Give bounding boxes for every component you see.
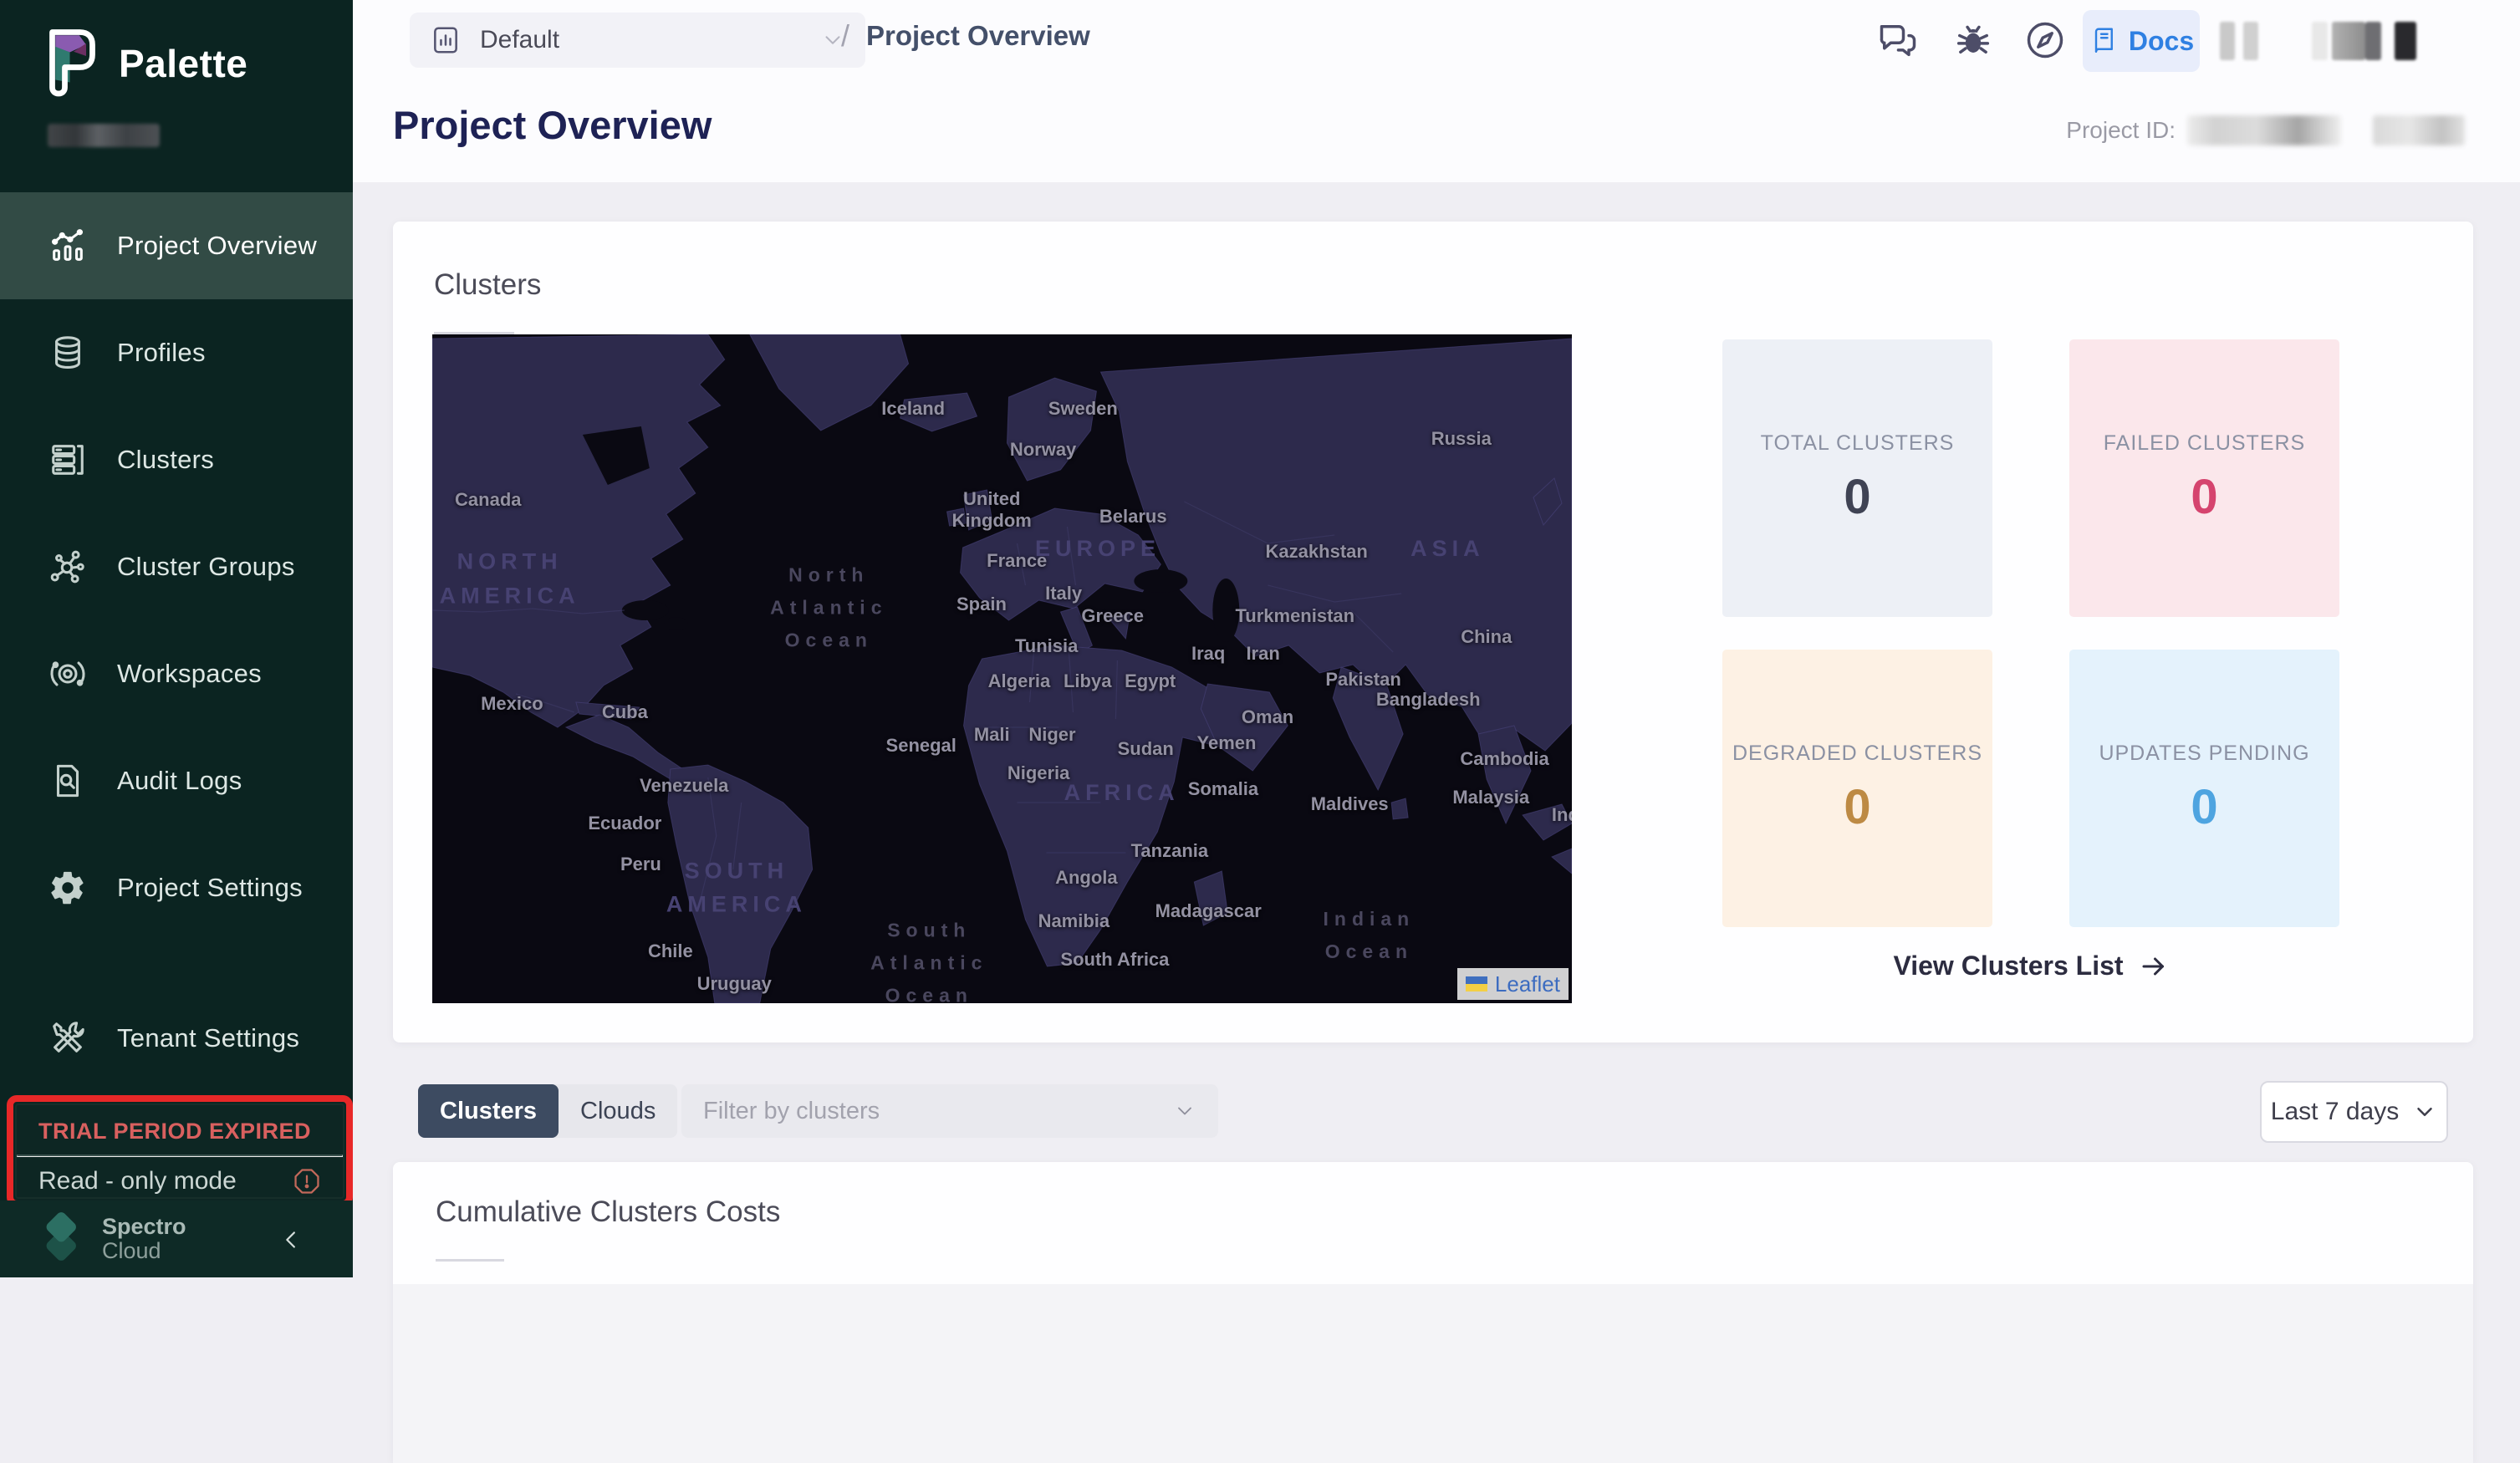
servers-icon: [48, 441, 87, 479]
filter-by-clusters-dropdown[interactable]: Filter by clusters: [681, 1084, 1218, 1138]
redacted-user-chips: [2220, 22, 2416, 60]
sidebar-item-label: Project Overview: [117, 231, 317, 261]
trial-expired-annotation: TRIAL PERIOD EXPIRED Read - only mode: [7, 1095, 353, 1207]
gear-icon: [48, 869, 87, 907]
audit-icon: [48, 762, 87, 800]
world-map-land: [432, 334, 1572, 1003]
clusters-card-title: Clusters: [434, 268, 541, 302]
orbit-icon: [48, 655, 87, 693]
app-name: Palette: [119, 41, 247, 86]
spectro-cloud-logo-icon: [32, 1209, 92, 1269]
sidebar-item-label: Profiles: [117, 338, 206, 368]
view-clusters-list-link[interactable]: View Clusters List: [1722, 951, 2339, 981]
sidebar-item-label: Audit Logs: [117, 766, 242, 796]
sidebar-item-label: Tenant Settings: [117, 1023, 299, 1053]
sidebar-footer: Spectro Cloud: [0, 1200, 353, 1277]
stat-total-clusters: TOTAL CLUSTERS 0: [1722, 339, 1992, 617]
docs-label: Docs: [2129, 26, 2194, 57]
sidebar: Palette Project Overview Profiles: [0, 0, 353, 1277]
costs-chart-area: [393, 1284, 2473, 1463]
app-logo[interactable]: Palette: [43, 27, 247, 100]
project-id-label: Project ID:: [2066, 117, 2176, 144]
time-range-dropdown[interactable]: Last 7 days: [2260, 1081, 2448, 1143]
sidebar-item-project-overview[interactable]: Project Overview: [0, 192, 353, 299]
stat-updates-pending: UPDATES PENDING 0: [2069, 650, 2339, 927]
sidebar-item-profiles[interactable]: Profiles: [0, 299, 353, 406]
leaflet-label: Leaflet: [1495, 971, 1560, 997]
sidebar-item-label: Clusters: [117, 445, 214, 475]
redacted-tenant-name: [48, 124, 160, 147]
tab-clouds[interactable]: Clouds: [559, 1084, 677, 1138]
brand-line2: Cloud: [102, 1239, 186, 1264]
page-title: Project Overview: [393, 102, 712, 148]
sidebar-item-label: Cluster Groups: [117, 552, 295, 582]
palette-logo-icon: [43, 27, 99, 100]
collapse-sidebar-icon[interactable]: [278, 1226, 306, 1254]
sidebar-nav: Project Overview Profiles Clusters: [0, 192, 353, 1092]
chevron-down-icon: [1173, 1099, 1196, 1123]
tab-clusters[interactable]: Clusters: [418, 1084, 559, 1138]
bug-icon[interactable]: [1951, 18, 1995, 62]
chart-icon: [430, 24, 462, 56]
breadcrumb[interactable]: Project Overview: [866, 20, 1090, 52]
read-only-mode-label: Read - only mode: [38, 1167, 237, 1195]
trial-expired-title: TRIAL PERIOD EXPIRED: [17, 1105, 343, 1155]
compass-icon[interactable]: [2023, 18, 2067, 62]
ukraine-flag-icon: [1466, 976, 1487, 991]
view-tabs: Clusters Clouds: [418, 1084, 677, 1138]
chevron-down-icon: [2412, 1099, 2437, 1124]
title-underline: [436, 1259, 504, 1262]
cluster-stats: TOTAL CLUSTERS 0 FAILED CLUSTERS 0 DEGRA…: [1722, 339, 2339, 927]
sidebar-item-tenant-settings[interactable]: Tenant Settings: [0, 985, 353, 1092]
costs-card-title: Cumulative Clusters Costs: [436, 1195, 780, 1229]
tools-icon: [48, 1019, 87, 1058]
sidebar-item-audit-logs[interactable]: Audit Logs: [0, 727, 353, 834]
sidebar-item-clusters[interactable]: Clusters: [0, 406, 353, 513]
sidebar-item-project-settings[interactable]: Project Settings: [0, 834, 353, 941]
stat-degraded-clusters: DEGRADED CLUSTERS 0: [1722, 650, 1992, 927]
leaflet-attribution[interactable]: Leaflet: [1457, 968, 1569, 1000]
sidebar-item-label: Project Settings: [117, 873, 303, 903]
brand-line1: Spectro: [102, 1215, 186, 1240]
filter-placeholder: Filter by clusters: [703, 1098, 880, 1125]
sidebar-item-cluster-groups[interactable]: Cluster Groups: [0, 513, 353, 620]
world-map[interactable]: IcelandSwedenNorwayRussiaCanadaUnited Ki…: [432, 334, 1572, 1003]
time-range-value: Last 7 days: [2271, 1098, 2399, 1126]
arrow-right-icon: [2139, 951, 2169, 981]
project-selector-dropdown[interactable]: Default: [410, 13, 865, 68]
book-icon: [2089, 26, 2119, 56]
header: Default / Project Overview Docs Project: [353, 0, 2520, 182]
sidebar-item-workspaces[interactable]: Workspaces: [0, 620, 353, 727]
project-selector-value: Default: [480, 26, 559, 54]
chat-icon[interactable]: [1876, 18, 1920, 62]
analytics-icon: [48, 227, 87, 265]
sidebar-item-label: Workspaces: [117, 659, 262, 689]
nodes-icon: [48, 548, 87, 586]
cumulative-costs-card: Cumulative Clusters Costs: [393, 1162, 2473, 1463]
clusters-card: Clusters: [393, 222, 2473, 1042]
trial-expired-box: TRIAL PERIOD EXPIRED Read - only mode: [15, 1104, 344, 1199]
main-content: Clusters: [353, 182, 2520, 1277]
redacted-project-id: [2187, 115, 2341, 145]
alert-octagon-icon: [293, 1167, 321, 1195]
breadcrumb-separator: /: [841, 18, 849, 54]
stat-failed-clusters: FAILED CLUSTERS 0: [2069, 339, 2339, 617]
docs-button[interactable]: Docs: [2083, 10, 2200, 72]
database-icon: [48, 334, 87, 372]
redacted-project-id-2: [2373, 115, 2465, 145]
